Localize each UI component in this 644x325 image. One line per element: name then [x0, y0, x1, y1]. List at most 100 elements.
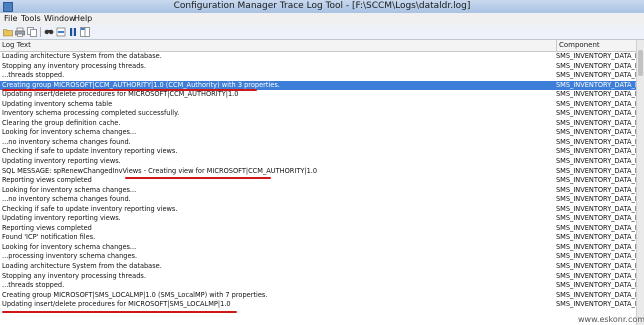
- log-text-cell: Updating insert/delete procedures for MI…: [2, 90, 239, 99]
- component-cell: SMS_INVENTORY_DATA_LO: [556, 61, 636, 70]
- annotation-underline: [2, 311, 237, 313]
- log-row[interactable]: Updating insert/delete procedures for MI…: [0, 300, 636, 310]
- log-row[interactable]: Looking for inventory schema changes... S…: [0, 186, 636, 196]
- log-text-cell: ...no inventory schema changes found.: [2, 195, 131, 204]
- open-icon[interactable]: [3, 27, 13, 37]
- component-cell: SMS_INVENTORY_DATA_LO: [556, 271, 636, 280]
- annotation-underline: [2, 89, 257, 91]
- log-row[interactable]: Stopping any inventory processing thread…: [0, 272, 636, 282]
- log-row[interactable]: ...processing inventory schema changes. S…: [0, 252, 636, 262]
- menu-file[interactable]: File: [2, 13, 19, 25]
- component-cell: SMS_INVENTORY_DATA_LO: [556, 214, 636, 223]
- log-text-cell: Checking if safe to update inventory rep…: [2, 147, 178, 156]
- log-text-cell: Looking for inventory schema changes...: [2, 242, 137, 251]
- vertical-scrollbar[interactable]: [636, 40, 644, 325]
- title-bar: Configuration Manager Trace Log Tool - […: [0, 0, 644, 14]
- log-row[interactable]: Updating insert/delete procedures for MI…: [0, 90, 636, 100]
- log-text-cell: Stopping any inventory processing thread…: [2, 61, 146, 70]
- component-cell: SMS_INVENTORY_DATA_LO: [556, 99, 636, 108]
- log-row[interactable]: Reporting views completed SMS_INVENTORY_D…: [0, 224, 636, 234]
- component-cell: SMS_INVENTORY_DATA_LO: [556, 157, 636, 166]
- toolbar: [0, 25, 644, 40]
- log-text-cell: Clearing the group definition cache.: [2, 118, 121, 127]
- log-text-cell: Reporting views completed: [2, 176, 92, 185]
- log-text-cell: Found 'ICP' notification files.: [2, 233, 96, 242]
- menu-help[interactable]: Help: [72, 13, 94, 25]
- menu-tools[interactable]: Tools: [19, 13, 43, 25]
- log-list[interactable]: Log Text Component Loading architecture …: [0, 40, 636, 325]
- log-text-cell: Looking for inventory schema changes...: [2, 128, 137, 137]
- toolbar-separator: [40, 27, 41, 37]
- log-row[interactable]: Looking for inventory schema changes... S…: [0, 128, 636, 138]
- log-row[interactable]: ...threads stopped. SMS_INVENTORY_DATA_LO: [0, 281, 636, 291]
- component-cell: SMS_INVENTORY_DATA_LO: [556, 252, 636, 261]
- find-icon[interactable]: [44, 27, 54, 37]
- highlight-icon[interactable]: [56, 27, 66, 37]
- component-cell: SMS_INVENTORY_DATA_LO: [556, 176, 636, 185]
- print-icon[interactable]: [15, 27, 25, 37]
- log-text-cell: Checking if safe to update inventory rep…: [2, 204, 178, 213]
- log-row[interactable]: Loading architecture System from the dat…: [0, 262, 636, 272]
- component-cell: SMS_INVENTORY_DATA_LO: [556, 300, 636, 309]
- log-text-cell: Loading architecture System from the dat…: [2, 52, 162, 60]
- component-cell: SMS_INVENTORY_DATA_LO: [556, 204, 636, 213]
- log-text-cell: Updating inventory schema table: [2, 99, 113, 108]
- log-row[interactable]: Clearing the group definition cache. SMS_…: [0, 119, 636, 129]
- log-text-cell: Stopping any inventory processing thread…: [2, 271, 146, 280]
- log-text-cell: Creating group MICROSOFT|SMS_LOCALMP|1.0…: [2, 290, 268, 299]
- log-row[interactable]: Updating inventory schema table SMS_INVEN…: [0, 100, 636, 110]
- component-cell: SMS_INVENTORY_DATA_LO: [556, 80, 636, 89]
- log-row[interactable]: ...no inventory schema changes found. SMS…: [0, 138, 636, 148]
- scrollbar-thumb[interactable]: [638, 50, 643, 76]
- log-rows: Loading architecture System from the dat…: [0, 52, 636, 310]
- log-row[interactable]: ...no inventory schema changes found. SMS…: [0, 195, 636, 205]
- log-text-cell: ...processing inventory schema changes.: [2, 252, 138, 261]
- component-cell: SMS_INVENTORY_DATA_LO: [556, 147, 636, 156]
- log-row[interactable]: Creating group MICROSOFT|SMS_LOCALMP|1.0…: [0, 291, 636, 301]
- component-cell: SMS_INVENTORY_DATA_LO: [556, 109, 636, 118]
- component-cell: SMS_INVENTORY_DATA_LO: [556, 52, 636, 60]
- log-row[interactable]: Loading architecture System from the dat…: [0, 52, 636, 62]
- log-row[interactable]: SQL MESSAGE: spRenewChangedInvViews - Cr…: [0, 167, 636, 177]
- list-header: Log Text Component: [0, 40, 636, 52]
- annotation-underline: [125, 177, 271, 179]
- log-row[interactable]: ...threads stopped. SMS_INVENTORY_DATA_LO: [0, 71, 636, 81]
- component-cell: SMS_INVENTORY_DATA_LO: [556, 166, 636, 175]
- log-row[interactable]: Updating inventory reporting views. SMS_I…: [0, 157, 636, 167]
- component-cell: SMS_INVENTORY_DATA_LO: [556, 90, 636, 99]
- log-row[interactable]: Checking if safe to update inventory rep…: [0, 147, 636, 157]
- log-text-cell: Reporting views completed: [2, 223, 92, 232]
- log-text-cell: Loading architecture System from the dat…: [2, 262, 162, 271]
- window-title: Configuration Manager Trace Log Tool - […: [173, 1, 471, 11]
- log-text-cell: Looking for inventory schema changes...: [2, 185, 137, 194]
- component-cell: SMS_INVENTORY_DATA_LO: [556, 137, 636, 146]
- log-text-cell: ...no inventory schema changes found.: [2, 137, 131, 146]
- component-cell: SMS_INVENTORY_DATA_LO: [556, 290, 636, 299]
- log-text-cell: ...threads stopped.: [2, 281, 65, 290]
- log-row[interactable]: Stopping any inventory processing thread…: [0, 62, 636, 72]
- component-cell: SMS_INVENTORY_DATA_LO: [556, 233, 636, 242]
- component-cell: SMS_INVENTORY_DATA_LO: [556, 118, 636, 127]
- log-row[interactable]: Reporting views completed SMS_INVENTORY_D…: [0, 176, 636, 186]
- columns-icon[interactable]: [80, 27, 90, 37]
- component-cell: SMS_INVENTORY_DATA_LO: [556, 128, 636, 137]
- log-row[interactable]: Found 'ICP' notification files. SMS_INVEN…: [0, 233, 636, 243]
- copy-icon[interactable]: [27, 27, 37, 37]
- log-text-cell: Updating inventory reporting views.: [2, 214, 121, 223]
- log-row[interactable]: Inventory schema processing completed su…: [0, 109, 636, 119]
- log-row[interactable]: Looking for inventory schema changes... S…: [0, 243, 636, 253]
- log-row[interactable]: Checking if safe to update inventory rep…: [0, 205, 636, 215]
- log-text-cell: Inventory schema processing completed su…: [2, 109, 180, 118]
- component-cell: SMS_INVENTORY_DATA_LO: [556, 71, 636, 80]
- component-cell: SMS_INVENTORY_DATA_LO: [556, 223, 636, 232]
- log-text-cell: Updating insert/delete procedures for MI…: [2, 300, 231, 309]
- component-cell: SMS_INVENTORY_DATA_LO: [556, 242, 636, 251]
- pause-icon[interactable]: [68, 27, 78, 37]
- component-cell: SMS_INVENTORY_DATA_LO: [556, 185, 636, 194]
- column-header-log-text[interactable]: Log Text: [2, 40, 31, 51]
- log-row[interactable]: Updating inventory reporting views. SMS_I…: [0, 214, 636, 224]
- component-cell: SMS_INVENTORY_DATA_LO: [556, 281, 636, 290]
- log-text-cell: ...threads stopped.: [2, 71, 65, 80]
- component-cell: SMS_INVENTORY_DATA_LO: [556, 195, 636, 204]
- column-header-component[interactable]: Component: [556, 40, 637, 51]
